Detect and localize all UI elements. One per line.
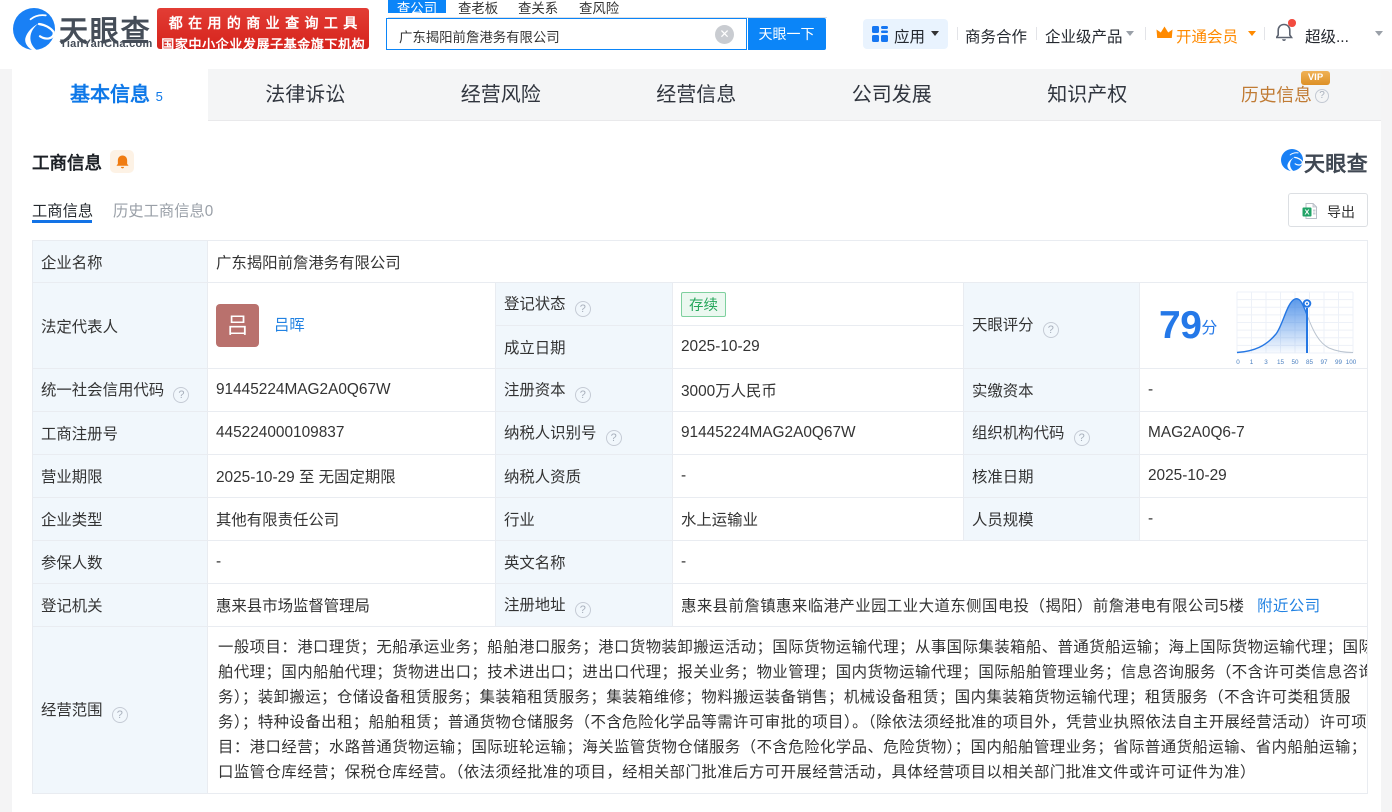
svg-text:97: 97 xyxy=(1321,359,1329,366)
svg-text:100: 100 xyxy=(1346,359,1356,366)
svg-text:0: 0 xyxy=(1237,359,1241,366)
svg-text:1: 1 xyxy=(1250,359,1254,366)
svg-text:15: 15 xyxy=(1277,359,1285,366)
svg-text:X: X xyxy=(1304,208,1309,217)
svg-text:99: 99 xyxy=(1335,359,1343,366)
svg-text:3: 3 xyxy=(1265,359,1269,366)
svg-text:85: 85 xyxy=(1306,359,1314,366)
svg-text:50: 50 xyxy=(1292,359,1300,366)
